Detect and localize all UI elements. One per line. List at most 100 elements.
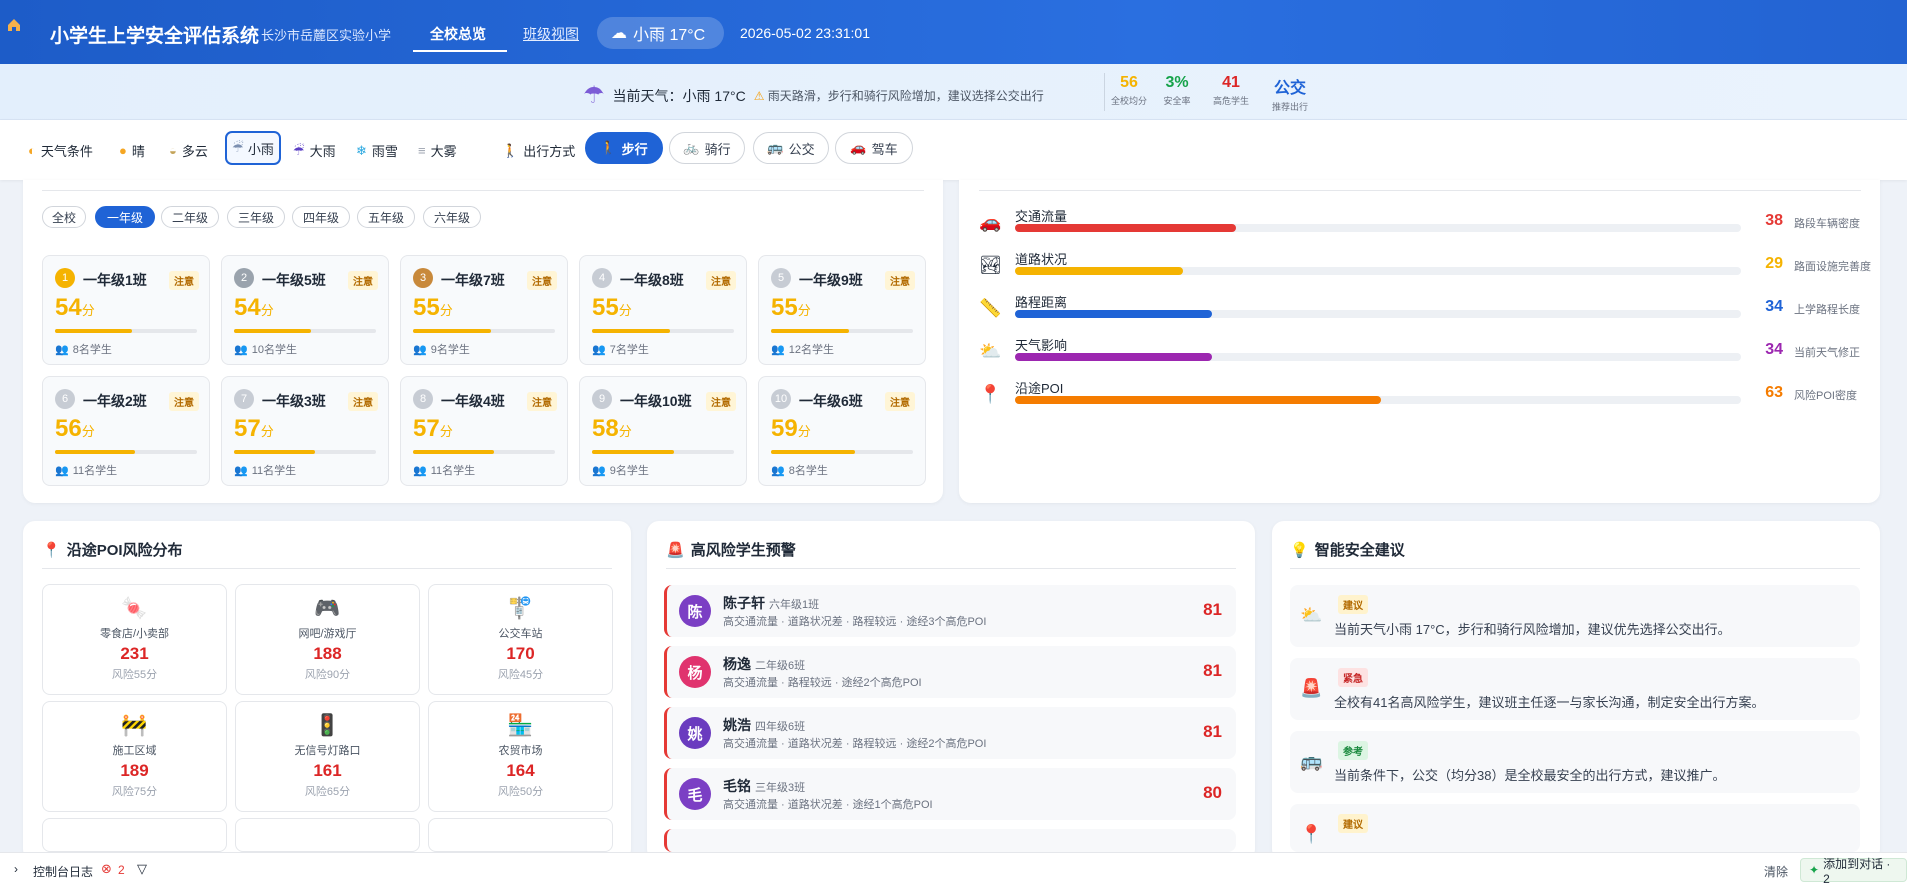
score-progress-fill <box>771 450 855 454</box>
datetime: 2026-05-02 23:31:01 <box>740 25 870 41</box>
expand-chevron-icon[interactable]: › <box>14 862 18 876</box>
score-progress-fill <box>234 450 315 454</box>
score-unit: 分 <box>439 303 453 318</box>
class-card[interactable]: 7 一年级3班 注意 57分 👥 11名学生 <box>221 376 389 486</box>
student-count: 👥 11名学生 <box>413 462 475 478</box>
grade-filter-1[interactable]: 一年级 <box>95 206 155 228</box>
attention-badge: 注意 <box>348 392 378 411</box>
poi-tile[interactable]: 🍬 零食店/小卖部 231 风险55分 <box>42 584 227 695</box>
poi-tile[interactable]: 🎮 网吧/游戏厅 188 风险90分 <box>235 584 420 695</box>
class-score: 54分 <box>55 294 95 322</box>
weather-pill: ☁ 小雨 17°C <box>597 17 724 49</box>
poi-count: 188 <box>313 644 342 663</box>
class-card[interactable]: 9 一年级10班 注意 58分 👥 9名学生 <box>579 376 747 486</box>
student-alert-row[interactable]: 陈陈子轩 六年级1班 高交通流量 · 道路状况差 · 路程较远 · 途经3个高危PO… <box>664 585 1236 637</box>
factor-desc: 当前天气修正 <box>1794 347 1860 359</box>
poi-count: 164 <box>506 761 535 780</box>
class-card[interactable]: 3 一年级7班 注意 55分 👥 9名学生 <box>400 255 568 365</box>
student-count-label: 12名学生 <box>788 344 834 356</box>
risk-factor-row: 📍 沿途POI 63 风险POI密度 <box>979 378 1879 412</box>
grade-filter-0[interactable]: 全校 <box>42 206 86 228</box>
tip-item: 🚌 参考 当前条件下，公交（均分38）是全校最安全的出行方式，建议推广。 <box>1290 731 1860 793</box>
factor-value: 34 <box>1765 298 1783 315</box>
attention-badge: 注意 <box>885 392 915 411</box>
grade-filter-2[interactable]: 二年级 <box>161 206 219 228</box>
filter-icon[interactable]: ▽ <box>137 861 147 877</box>
mode-bus-button[interactable]: 🚌 公交 <box>753 132 829 164</box>
poi-tile[interactable] <box>42 818 227 852</box>
weather-option-cloudy[interactable]: ◒ 多云 <box>169 141 208 160</box>
score-unit: 分 <box>260 424 274 439</box>
class-card[interactable]: 6 一年级2班 注意 56分 👥 11名学生 <box>42 376 210 486</box>
student-avatar: 毛 <box>679 778 711 810</box>
rank-badge: 7 <box>234 389 254 409</box>
divider <box>979 190 1861 191</box>
factor-desc: 上学路程长度 <box>1794 304 1860 316</box>
weather-option-light-rain[interactable]: ☔ 小雨 <box>225 131 281 165</box>
risk-factor-row: 🚗 交通流量 38 路段车辆密度 <box>979 206 1879 240</box>
rank-badge: 5 <box>771 268 791 288</box>
mode-bike-button[interactable]: 🚲 骑行 <box>669 132 745 164</box>
mode-walk-button[interactable]: 🚶 步行 <box>585 132 663 164</box>
factor-name: 交通流量 <box>1015 209 1068 224</box>
tab-class-view[interactable]: 班级视图 <box>523 24 579 44</box>
error-count: 2 <box>118 863 125 877</box>
class-card[interactable]: 8 一年级4班 注意 57分 👥 11名学生 <box>400 376 568 486</box>
console-log-label[interactable]: 控制台日志 <box>33 863 93 880</box>
rank-badge: 4 <box>592 268 612 288</box>
score-progress <box>592 450 734 454</box>
student-alert-row[interactable]: 毛毛铭 三年级3班 高交通流量 · 道路状况差 · 途经1个高危POI 80 <box>664 768 1236 820</box>
score-value: 55 <box>592 294 619 321</box>
factor-bar <box>1015 396 1741 404</box>
tab-school-overview[interactable]: 全校总览 <box>430 24 486 44</box>
light-rain-icon: ☔ <box>232 140 244 155</box>
clear-button[interactable]: 清除 <box>1764 863 1788 880</box>
poi-count: 189 <box>120 761 149 780</box>
grade-filter-5[interactable]: 五年级 <box>357 206 415 228</box>
student-alert-row[interactable]: 姚姚浩 四年级6班 高交通流量 · 道路状况差 · 路程较远 · 途经2个高危POI… <box>664 707 1236 759</box>
poi-name: 无信号灯路口 <box>294 745 361 757</box>
bus-icon: 🚌 <box>767 140 784 155</box>
student-alert-row[interactable]: 杨杨逸 二年级6班 高交通流量 · 路程较远 · 途经2个高危POI 81 <box>664 646 1236 698</box>
student-count-label: 10名学生 <box>251 344 297 356</box>
poi-count: 161 <box>313 761 342 780</box>
summary-stat: 公交 推荐出行 <box>1260 74 1320 113</box>
mode-car-button[interactable]: 🚗 驾车 <box>835 132 913 164</box>
grade-filter-6[interactable]: 六年级 <box>423 206 481 228</box>
score-progress-fill <box>413 450 494 454</box>
factor-bar-fill <box>1015 310 1213 318</box>
grade-filter-3[interactable]: 三年级 <box>227 206 285 228</box>
class-card[interactable]: 1 一年级1班 注意 54分 👥 8名学生 <box>42 255 210 365</box>
poi-tile[interactable] <box>235 818 420 852</box>
grade-filter-4[interactable]: 四年级 <box>292 206 350 228</box>
current-weather: ☂ 当前天气：小雨 17°C ⚠ 雨天路滑，步行和骑行风险增加，建议选择公交出行 <box>583 81 1044 110</box>
score-value: 57 <box>234 415 261 442</box>
attention-badge: 注意 <box>169 392 199 411</box>
class-card[interactable]: 2 一年级5班 注意 54分 👥 10名学生 <box>221 255 389 365</box>
weather-filter-label: ◐ 天气条件 <box>28 143 93 159</box>
weather-option-heavy-rain[interactable]: ☔ 大雨 <box>293 141 336 160</box>
weather-option-sunny[interactable]: ● 晴 <box>119 141 145 160</box>
class-card[interactable]: 10 一年级6班 注意 59分 👥 8名学生 <box>758 376 926 486</box>
weather-option-fog[interactable]: ≡ 大雾 <box>418 141 457 160</box>
home-icon[interactable] <box>6 17 22 33</box>
tip-text: 全校有41名高风险学生，建议班主任逐一与家长沟通，制定安全出行方案。 <box>1334 695 1765 710</box>
student-name: 杨逸 二年级6班 <box>723 654 805 674</box>
rank-badge: 1 <box>55 268 75 288</box>
factor-bar-fill <box>1015 396 1381 404</box>
poi-tile[interactable]: 🚧 施工区域 189 风险75分 <box>42 701 227 812</box>
class-score: 55分 <box>771 294 811 322</box>
console-bar: › 控制台日志 ⊗ 2 ▽ 清除 ✦ 添加到对话 · 2 <box>0 852 1907 886</box>
class-name: 一年级10班 <box>620 393 692 409</box>
poi-tile[interactable]: 🏪 农贸市场 164 风险50分 <box>428 701 613 812</box>
attention-badge: 注意 <box>527 271 557 290</box>
weather-option-sleet[interactable]: ❄ 雨雪 <box>356 141 398 160</box>
poi-tile[interactable]: 🚏 公交车站 170 风险45分 <box>428 584 613 695</box>
student-alert-row[interactable] <box>664 829 1236 852</box>
class-card[interactable]: 4 一年级8班 注意 55分 👥 7名学生 <box>579 255 747 365</box>
add-to-chat-button[interactable]: ✦ 添加到对话 · 2 <box>1800 857 1907 886</box>
factor-bar-fill <box>1015 353 1213 361</box>
poi-tile[interactable] <box>428 818 613 852</box>
class-card[interactable]: 5 一年级9班 注意 55分 👥 12名学生 <box>758 255 926 365</box>
poi-tile[interactable]: 🚦 无信号灯路口 161 风险65分 <box>235 701 420 812</box>
